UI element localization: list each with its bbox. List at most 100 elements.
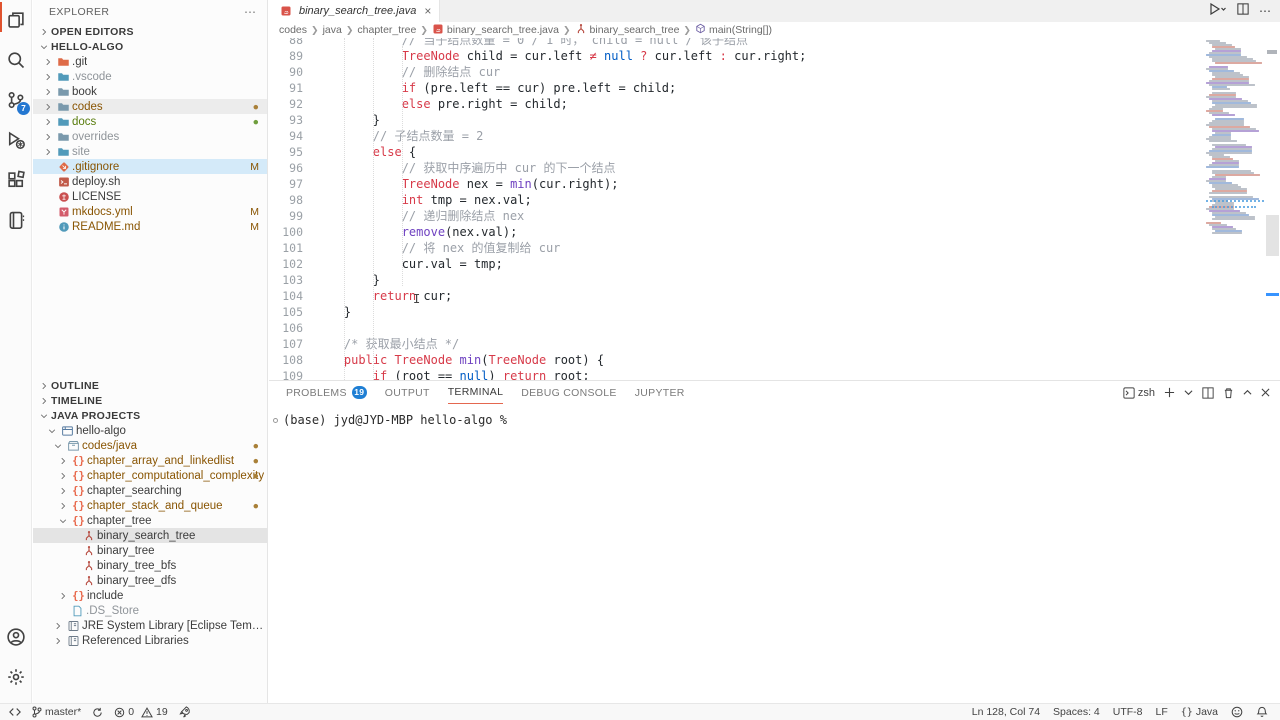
line-number: 90 <box>269 64 303 80</box>
tree-item--ds-store[interactable]: .DS_Store <box>33 603 268 618</box>
terminal-prompt-line[interactable]: (base) jyd@JYD-MBP hello-algo % <box>273 413 1280 427</box>
terminal-prompt-text: (base) jyd@JYD-MBP hello-algo % <box>283 413 507 427</box>
line-number: 106 <box>269 320 303 336</box>
indentation-setting[interactable]: Spaces: 4 <box>1053 706 1100 718</box>
tree-item-binary-tree[interactable]: binary_tree <box>33 543 268 558</box>
tree-item--git[interactable]: .git <box>33 54 268 69</box>
project-icon <box>59 425 76 437</box>
tree-item-binary-tree-bfs[interactable]: binary_tree_bfs <box>33 558 268 573</box>
code-line-95: 95 else { <box>269 144 1280 160</box>
git-change-dot: ● <box>253 440 259 452</box>
breadcrumb-item-codes[interactable]: codes <box>279 24 307 36</box>
breadcrumb-separator: ❯ <box>420 25 428 36</box>
more-actions-icon[interactable]: ⋯ <box>1259 4 1272 18</box>
close-panel-icon[interactable] <box>1261 388 1270 397</box>
shell-icon <box>55 176 72 188</box>
bottom-panel: PROBLEMS19 OUTPUT TERMINAL DEBUG CONSOLE JUP… <box>269 380 1280 703</box>
extensions-activity-button[interactable] <box>0 160 32 200</box>
panel-tab-problems[interactable]: PROBLEMS19 <box>286 381 367 404</box>
panel-tab-label: OUTPUT <box>385 387 430 399</box>
panel-tab-output[interactable]: OUTPUT <box>385 381 430 404</box>
kill-terminal-icon[interactable] <box>1223 387 1234 399</box>
split-terminal-icon[interactable] <box>1202 387 1214 399</box>
line-number: 99 <box>269 208 303 224</box>
run-java-button[interactable] <box>1209 2 1227 20</box>
account-button[interactable] <box>0 617 32 657</box>
search-activity-button[interactable] <box>0 40 32 80</box>
tree-item-jre-system-library-eclipse-temurin-17-17[interactable]: JRE System Library [Eclipse Temurin 17 [… <box>33 618 268 633</box>
tree-item-codes[interactable]: codes● <box>33 99 268 114</box>
new-terminal-icon[interactable] <box>1164 387 1175 398</box>
cursor-position[interactable]: Ln 128, Col 74 <box>972 706 1040 718</box>
tree-item-deploy-sh[interactable]: deploy.sh <box>33 174 268 189</box>
explorer-activity-button[interactable] <box>0 0 32 40</box>
breadcrumb-label: binary_search_tree <box>590 24 680 36</box>
tree-item-site[interactable]: site <box>33 144 268 159</box>
tree-item-referenced-libraries[interactable]: Referenced Libraries <box>33 633 268 648</box>
tree-item-chapter-searching[interactable]: {}chapter_searching <box>33 483 268 498</box>
tab-close-icon[interactable]: × <box>424 4 431 18</box>
chevron-right-icon <box>41 102 55 112</box>
tab-binary-search-tree[interactable]: binary_search_tree.java × <box>269 0 440 22</box>
tree-item-docs[interactable]: docs● <box>33 114 268 129</box>
breadcrumb-item-chapter-tree[interactable]: chapter_tree <box>357 24 416 36</box>
tree-item--vscode[interactable]: .vscode <box>33 69 268 84</box>
tree-item-license[interactable]: LICENSE <box>33 189 268 204</box>
tree-item-mkdocs-yml[interactable]: mkdocs.ymlM <box>33 204 268 219</box>
run-debug-activity-button[interactable] <box>0 120 32 160</box>
section-outline[interactable]: OUTLINE <box>33 378 268 393</box>
activity-bar: 7 <box>0 0 32 703</box>
terminal-shell-selector[interactable]: zsh <box>1123 387 1155 399</box>
overview-ruler[interactable] <box>1265 38 1280 380</box>
notebook-activity-button[interactable] <box>0 200 32 240</box>
tree-item-binary-search-tree[interactable]: binary_search_tree <box>33 528 268 543</box>
maximize-panel-icon[interactable] <box>1243 388 1252 397</box>
breadcrumb-item-binary-search-tree-java[interactable]: binary_search_tree.java <box>432 23 559 38</box>
java-status-rocket-icon[interactable] <box>179 706 191 718</box>
breadcrumb-item-binary-search-tree[interactable]: binary_search_tree <box>575 23 680 38</box>
section-open-editors[interactable]: OPEN EDITORS <box>33 24 268 39</box>
tree-item-chapter-tree[interactable]: {}chapter_tree <box>33 513 268 528</box>
tree-item-binary-tree-dfs[interactable]: binary_tree_dfs <box>33 573 268 588</box>
problems-status[interactable]: 0 19 <box>114 706 168 718</box>
feedback-icon[interactable] <box>1231 706 1243 718</box>
tree-item-chapter-stack-and-queue[interactable]: {}chapter_stack_and_queue● <box>33 498 268 513</box>
git-branch-status[interactable]: master* <box>32 706 81 718</box>
notifications-bell-icon[interactable] <box>1256 706 1268 718</box>
language-mode[interactable]: {} Java <box>1181 706 1218 718</box>
sync-icon[interactable] <box>92 707 103 718</box>
sidebar-more-actions-icon[interactable]: ⋯ <box>244 5 257 19</box>
section-hello-algo[interactable]: HELLO-ALGO <box>33 39 268 54</box>
notebook-icon <box>6 210 26 230</box>
tree-item-label: binary_tree_bfs <box>97 560 176 572</box>
split-editor-icon[interactable] <box>1237 2 1249 20</box>
java-file-icon <box>277 5 294 17</box>
minimap[interactable] <box>1206 38 1264 380</box>
eol-setting[interactable]: LF <box>1156 706 1168 718</box>
tree-item-hello-algo[interactable]: hello-algo <box>33 423 268 438</box>
terminal-dropdown-icon[interactable] <box>1184 388 1193 397</box>
tree-item-book[interactable]: book <box>33 84 268 99</box>
panel-tab-jupyter[interactable]: JUPYTER <box>635 381 685 404</box>
panel-tab-debug-console[interactable]: DEBUG CONSOLE <box>521 381 617 404</box>
tree-item-codes-java[interactable]: codes/java● <box>33 438 268 453</box>
settings-gear-button[interactable] <box>0 657 32 697</box>
panel-tab-terminal[interactable]: TERMINAL <box>448 381 504 404</box>
tree-item-readme-md[interactable]: README.mdM <box>33 219 268 234</box>
breadcrumb-item-java[interactable]: java <box>323 24 342 36</box>
encoding-setting[interactable]: UTF-8 <box>1113 706 1143 718</box>
tree-item-chapter-array-and-linkedlist[interactable]: {}chapter_array_and_linkedlist● <box>33 453 268 468</box>
tree-item-overrides[interactable]: overrides <box>33 129 268 144</box>
breadcrumb-item-main-string-[interactable]: main(String[]) <box>695 23 772 37</box>
section-timeline[interactable]: TIMELINE <box>33 393 268 408</box>
remote-indicator-icon[interactable] <box>9 707 21 717</box>
class-icon <box>575 23 587 38</box>
tree-item-label: site <box>72 146 90 158</box>
code-editor[interactable]: 109 if (root == null) return root;108 pu… <box>269 38 1280 380</box>
chevron-right-icon <box>56 456 70 466</box>
tree-item-include[interactable]: {}include <box>33 588 268 603</box>
tree-item--gitignore[interactable]: .gitignoreM <box>33 159 268 174</box>
source-control-activity-button[interactable]: 7 <box>0 80 32 120</box>
tree-item-chapter-computational-complexity[interactable]: {}chapter_computational_complexity● <box>33 468 268 483</box>
section-java-projects[interactable]: JAVA PROJECTS <box>33 408 268 423</box>
